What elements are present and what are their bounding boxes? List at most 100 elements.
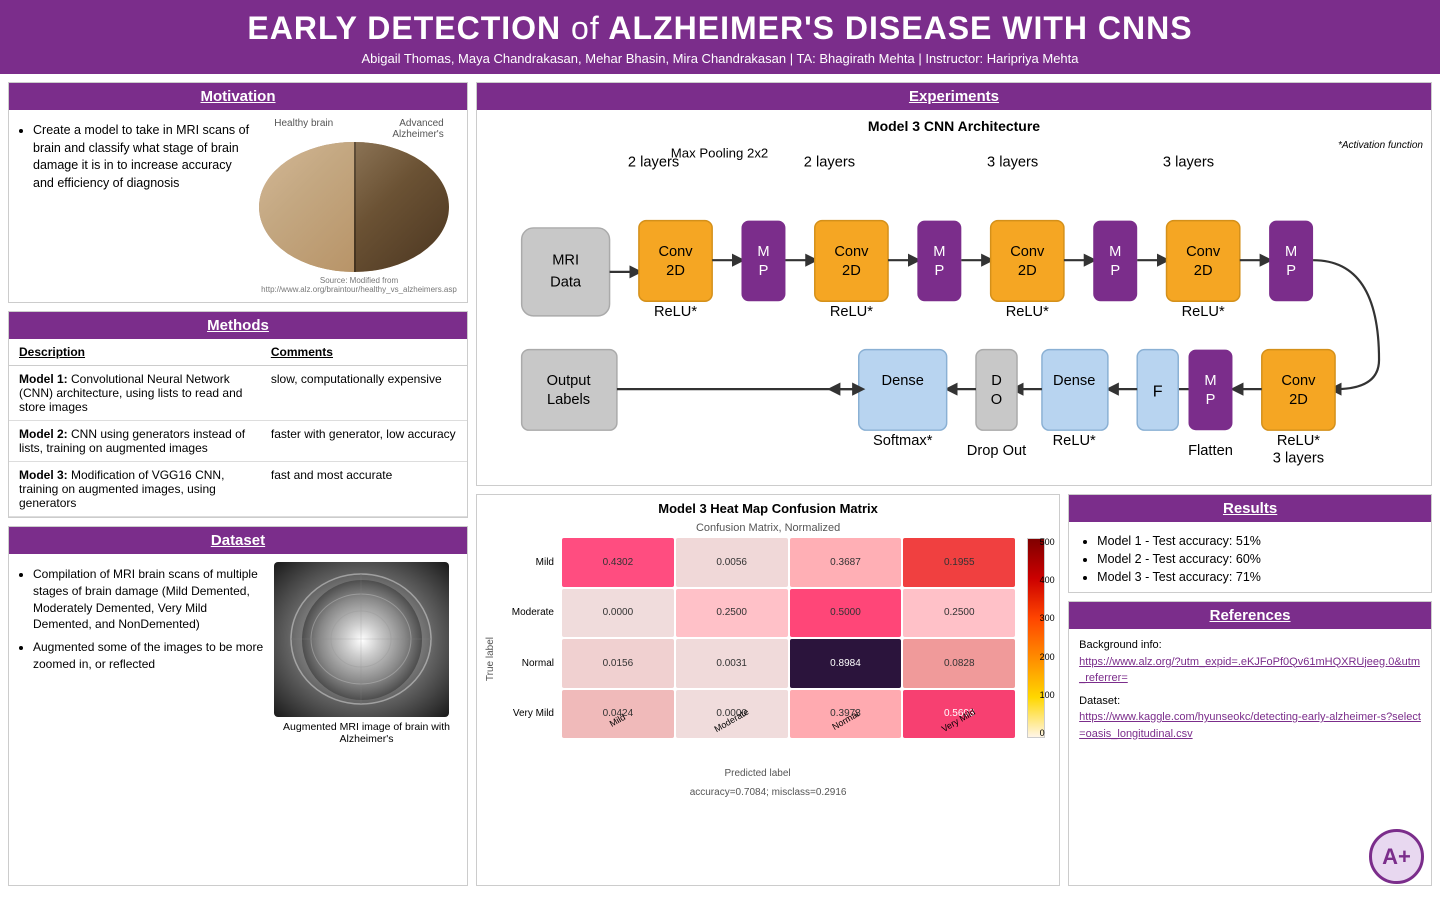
activation-note: *Activation function <box>1338 140 1423 151</box>
ref-dataset-label: Dataset: <box>1079 693 1421 710</box>
heatmap-cell: 0.2500 <box>903 589 1015 638</box>
bottom-right: Model 3 Heat Map Confusion Matrix Confus… <box>476 494 1432 886</box>
mri-caption: Augmented MRI image of brain with Alzhei… <box>274 721 459 745</box>
heatmap-cell: 0.0156 <box>562 639 674 688</box>
svg-text:Conv: Conv <box>658 244 693 260</box>
cnn-architecture: Model 3 CNN Architecture *Activation fun… <box>477 110 1431 485</box>
brain-image-area: Healthy brain Advanced Alzheimer's Sourc… <box>259 118 459 294</box>
cnn-diagram-svg: 2 layers Max Pooling 2x2 2 layers 3 laye… <box>485 140 1423 477</box>
svg-text:Dense: Dense <box>882 373 924 389</box>
svg-text:M: M <box>933 244 945 260</box>
heatmap-row-label: Mild <box>500 538 560 587</box>
svg-text:MRI: MRI <box>552 253 579 269</box>
svg-text:Labels: Labels <box>547 392 590 408</box>
methods-col-description: Description <box>9 339 261 366</box>
methods-desc: Model 1: Convolutional Neural Network (C… <box>9 366 261 421</box>
svg-text:ReLU*: ReLU* <box>1006 304 1049 320</box>
dataset-heading: Dataset <box>9 527 467 554</box>
methods-section: Methods Description Comments Model 1: Co… <box>8 311 468 518</box>
ref-bg-url[interactable]: https://www.alz.org/?utm_expid=.eKJFoPf0… <box>1079 656 1420 685</box>
colorbar-tick: 500 <box>1040 538 1055 547</box>
svg-text:Dense: Dense <box>1053 373 1095 389</box>
svg-text:D: D <box>991 373 1002 389</box>
heatmap-cell: 0.3687 <box>790 538 902 587</box>
heatmap-subtitle: Confusion Matrix, Normalized <box>477 522 1059 534</box>
heatmap-cell: 0.0828 <box>903 639 1015 688</box>
heatmap-row-label: Very Mild <box>500 690 560 739</box>
svg-text:F: F <box>1153 382 1163 400</box>
table-row: Model 3: Modification of VGG16 CNN, trai… <box>9 462 467 517</box>
dataset-section: Dataset Compilation of MRI brain scans o… <box>8 526 468 886</box>
heatmap-y-label: True label <box>485 637 496 681</box>
methods-desc: Model 2: CNN using generators instead of… <box>9 421 261 462</box>
svg-text:ReLU*: ReLU* <box>1053 433 1096 449</box>
heatmap-cell: 0.1955 <box>903 538 1015 587</box>
results-references-area: Results Model 1 - Test accuracy: 51%Mode… <box>1068 494 1432 886</box>
brain-image <box>259 142 449 272</box>
ref-bg-label: Background info: <box>1079 637 1421 654</box>
heatmap-cell: 0.0056 <box>676 538 788 587</box>
brain-label-alzheimer: Advanced Alzheimer's <box>364 118 444 140</box>
page-title: EARLY DETECTION of ALZHEIMER'S DISEASE W… <box>20 10 1420 47</box>
svg-text:ReLU*: ReLU* <box>654 304 697 320</box>
svg-text:M: M <box>1109 244 1121 260</box>
svg-text:2D: 2D <box>842 263 861 279</box>
heatmap-cell: 0.5000 <box>790 589 902 638</box>
results-content: Model 1 - Test accuracy: 51%Model 2 - Te… <box>1069 522 1431 592</box>
svg-text:Data: Data <box>550 275 582 291</box>
cnn-title: Model 3 CNN Architecture <box>485 118 1423 134</box>
methods-col-comments: Comments <box>261 339 467 366</box>
svg-text:Conv: Conv <box>834 244 869 260</box>
colorbar-tick: 400 <box>1040 576 1055 585</box>
right-column: Experiments Model 3 CNN Architecture *Ac… <box>476 82 1432 886</box>
mri-image <box>274 562 449 717</box>
svg-text:Conv: Conv <box>1186 244 1221 260</box>
svg-text:ReLU*: ReLU* <box>1277 433 1320 449</box>
svg-text:3 layers: 3 layers <box>1163 154 1214 170</box>
dataset-text: Compilation of MRI brain scans of multip… <box>17 562 266 745</box>
heatmap-footer: accuracy=0.7084; misclass=0.2916 <box>477 783 1059 802</box>
svg-text:P: P <box>934 263 944 279</box>
svg-text:O: O <box>991 392 1002 408</box>
motivation-section: Motivation Create a model to take in MRI… <box>8 82 468 303</box>
list-item: Model 2 - Test accuracy: 60% <box>1097 552 1419 566</box>
heatmap-row-label: Moderate <box>500 589 560 638</box>
svg-text:2D: 2D <box>1018 263 1037 279</box>
references-content: Background info: https://www.alz.org/?ut… <box>1069 629 1431 750</box>
svg-text:P: P <box>1206 392 1216 408</box>
colorbar-tick: 0 <box>1040 729 1055 738</box>
svg-text:3 layers: 3 layers <box>987 154 1038 170</box>
colorbar-tick: 100 <box>1040 691 1055 700</box>
svg-text:Conv: Conv <box>1281 373 1316 389</box>
mri-image-area: Augmented MRI image of brain with Alzhei… <box>274 562 459 745</box>
svg-text:2 layers: 2 layers <box>804 154 855 170</box>
logo-area: A+ <box>1369 829 1424 884</box>
results-section: Results Model 1 - Test accuracy: 51%Mode… <box>1068 494 1432 593</box>
motivation-heading: Motivation <box>9 83 467 110</box>
svg-text:P: P <box>1286 263 1296 279</box>
svg-text:M: M <box>1285 244 1297 260</box>
brain-label-healthy: Healthy brain <box>274 118 333 140</box>
svg-text:2D: 2D <box>1194 263 1213 279</box>
table-row: Model 2: CNN using generators instead of… <box>9 421 467 462</box>
ref-dataset-url[interactable]: https://www.kaggle.com/hyunseokc/detecti… <box>1079 711 1421 740</box>
svg-text:3 layers: 3 layers <box>1273 450 1324 466</box>
heatmap-section: Model 3 Heat Map Confusion Matrix Confus… <box>476 494 1060 886</box>
header: EARLY DETECTION of ALZHEIMER'S DISEASE W… <box>0 0 1440 74</box>
svg-text:P: P <box>759 263 769 279</box>
svg-text:Softmax*: Softmax* <box>873 433 933 449</box>
list-item: Model 3 - Test accuracy: 71% <box>1097 570 1419 584</box>
svg-text:ReLU*: ReLU* <box>1182 304 1225 320</box>
svg-text:Output: Output <box>547 373 591 389</box>
motivation-text: Create a model to take in MRI scans of b… <box>17 118 251 294</box>
colorbar-tick: 200 <box>1040 653 1055 662</box>
svg-text:ReLU*: ReLU* <box>830 304 873 320</box>
experiments-heading: Experiments <box>477 83 1431 110</box>
heatmap-cell: 0.0031 <box>676 639 788 688</box>
svg-text:M: M <box>757 244 769 260</box>
heatmap-cell: 0.0000 <box>562 589 674 638</box>
svg-text:Flatten: Flatten <box>1188 443 1233 459</box>
authors-line: Abigail Thomas, Maya Chandrakasan, Mehar… <box>20 51 1420 66</box>
methods-comment: slow, computationally expensive <box>261 366 467 421</box>
methods-table: Description Comments Model 1: Convolutio… <box>9 339 467 517</box>
